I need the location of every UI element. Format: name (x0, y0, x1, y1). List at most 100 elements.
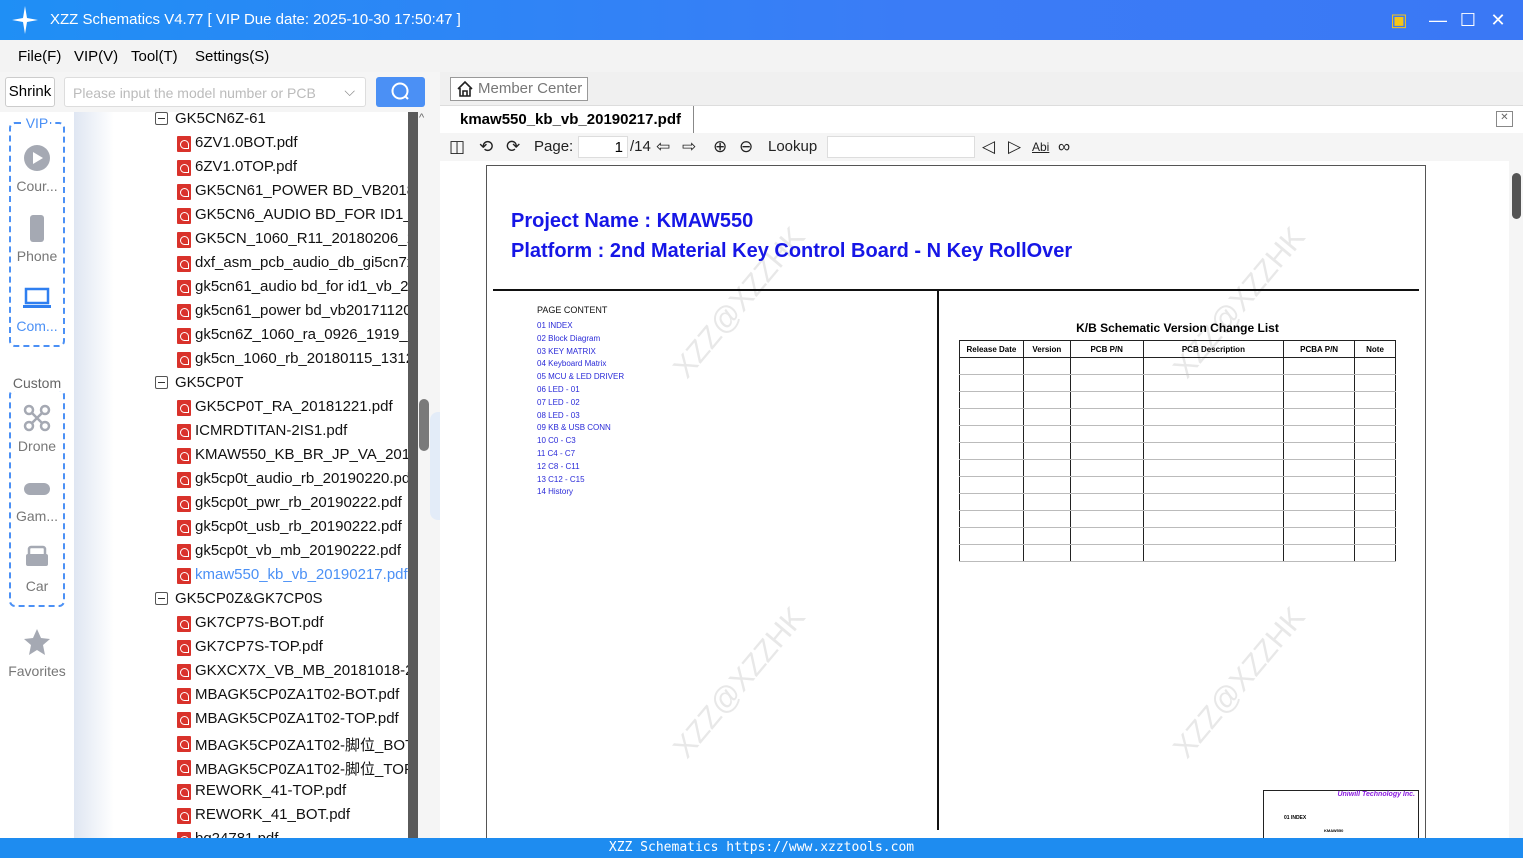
zoom-in-icon[interactable]: ⊕ (713, 137, 727, 157)
chevron-down-icon[interactable]: ⌵ (344, 83, 355, 100)
table-cell (1069, 476, 1144, 494)
pdf-file-icon (177, 688, 191, 704)
category-car[interactable]: Car (0, 578, 74, 594)
toc-entry[interactable]: 02 Block Diagram (537, 334, 600, 343)
category-rail: VIP Cour... Phone Com... Custom Drone Ga… (0, 112, 74, 838)
course-play-icon[interactable] (23, 144, 51, 172)
table-row (959, 476, 1396, 494)
column-header: PCB P/N (1069, 340, 1144, 358)
scroll-up-icon[interactable]: ^ (419, 112, 424, 124)
toc-entry[interactable]: 03 KEY MATRIX (537, 347, 596, 356)
toc-entry[interactable]: 10 C0 - C3 (537, 436, 576, 445)
find-prev-icon[interactable]: ◁ (982, 137, 995, 157)
page-scrollbar[interactable] (1509, 161, 1523, 838)
table-cell (1283, 476, 1356, 494)
binoculars-icon[interactable]: ∞ (1058, 137, 1070, 157)
gamepad-icon[interactable] (23, 474, 51, 502)
prev-page-icon[interactable]: ⇦ (656, 137, 670, 157)
close-tab-icon[interactable]: ✕ (1496, 111, 1513, 127)
table-cell (959, 527, 1024, 545)
toc-entry[interactable]: 06 LED - 01 (537, 385, 580, 394)
table-cell (1283, 408, 1356, 426)
tab-document[interactable]: kmaw550_kb_vb_20190217.pdf (448, 106, 694, 134)
divider (937, 290, 939, 830)
collapse-icon[interactable] (155, 592, 168, 605)
toc-entry[interactable]: 05 MCU & LED DRIVER (537, 372, 624, 381)
category-drone[interactable]: Drone (0, 438, 74, 454)
car-icon[interactable] (23, 544, 51, 572)
drone-icon[interactable] (23, 404, 51, 432)
pdf-file-icon (177, 208, 191, 224)
table-cell (1283, 527, 1356, 545)
collapse-panel-handle[interactable] (430, 412, 440, 520)
next-page-icon[interactable]: ⇨ (682, 137, 696, 157)
toc-entry[interactable]: 13 C12 - C15 (537, 475, 585, 484)
toc-entry[interactable]: 07 LED - 02 (537, 398, 580, 407)
table-cell (959, 544, 1024, 562)
category-computer[interactable]: Com... (0, 318, 74, 334)
model-search-input[interactable]: Please input the model number or PCB ⌵ (64, 77, 366, 107)
tree-item-label: GK5CN6_AUDIO BD_FOR ID1_RA (195, 206, 408, 223)
toc-entry[interactable]: 08 LED - 03 (537, 411, 580, 420)
table-cell (1142, 527, 1285, 545)
pdf-file-icon (177, 256, 191, 272)
pdf-file-icon (177, 328, 191, 344)
pdf-file-icon (177, 616, 191, 632)
pdf-file-icon (177, 184, 191, 200)
tree-item-label: bq24781.pdf (195, 830, 278, 838)
toc-entry[interactable]: 01 INDEX (537, 321, 573, 330)
zoom-out-icon[interactable]: ⊖ (739, 137, 753, 157)
toc-entry[interactable]: 14 History (537, 487, 573, 496)
rotate-right-icon[interactable]: ⟳ (506, 137, 520, 157)
column-header: PCB Description (1142, 340, 1285, 358)
menu-vip[interactable]: VIP(V) (74, 48, 118, 65)
tree-item-label: 6ZV1.0TOP.pdf (195, 158, 298, 175)
vip-bag-icon[interactable]: ▣ (1388, 9, 1410, 31)
table-cell (1022, 493, 1071, 511)
two-page-icon[interactable]: ◫ (449, 137, 465, 157)
match-case-icon[interactable]: Abi (1032, 137, 1049, 157)
toc-entry[interactable]: 12 C8 - C11 (537, 462, 580, 471)
close-button[interactable]: ✕ (1487, 9, 1509, 31)
minimize-button[interactable]: — (1427, 9, 1449, 31)
category-game[interactable]: Gam... (0, 508, 74, 524)
collapse-icon[interactable] (155, 112, 168, 125)
laptop-icon[interactable] (23, 284, 51, 312)
tree-scrollbar-thumb[interactable] (419, 399, 429, 451)
menu-settings[interactable]: Settings(S) (195, 48, 269, 65)
maximize-button[interactable]: ☐ (1457, 9, 1479, 31)
rotate-left-icon[interactable]: ⟲ (479, 137, 493, 157)
lookup-input[interactable] (827, 136, 975, 158)
table-cell (1354, 357, 1396, 375)
tree-scrollbar-track[interactable] (408, 112, 418, 838)
category-course[interactable]: Cour... (0, 178, 74, 194)
category-phone[interactable]: Phone (0, 248, 74, 264)
member-center-button[interactable]: Member Center (450, 77, 588, 101)
table-row (959, 510, 1396, 528)
star-icon[interactable] (23, 628, 51, 656)
column-header: Release Date (959, 340, 1024, 358)
menu-file[interactable]: File(F) (18, 48, 61, 65)
collapse-icon[interactable] (155, 376, 168, 389)
toc-entry[interactable]: 04 Keyboard Matrix (537, 359, 606, 368)
search-button[interactable] (376, 77, 425, 107)
left-panel: Shrink Please input the model number or … (0, 72, 440, 838)
toc-entry[interactable]: 11 C4 - C7 (537, 449, 575, 458)
favorites[interactable]: Favorites (0, 663, 74, 679)
find-next-icon[interactable]: ▷ (1008, 137, 1021, 157)
table-cell (1354, 425, 1396, 443)
vip-label: VIP (23, 115, 51, 131)
tree-item-label: MBAGK5CP0ZA1T02-脚位_TOP.p (195, 761, 408, 778)
toc-entry[interactable]: 09 KB & USB CONN (537, 423, 611, 432)
table-cell (1069, 442, 1144, 460)
table-cell (1283, 510, 1356, 528)
shrink-button[interactable]: Shrink (5, 77, 55, 107)
pdf-file-icon (177, 784, 191, 800)
table-cell (1354, 442, 1396, 460)
page-input[interactable]: 1 (578, 136, 628, 158)
pdf-file-icon (177, 304, 191, 320)
phone-icon[interactable] (23, 214, 51, 242)
page-scrollbar-thumb[interactable] (1512, 173, 1521, 219)
menu-tool[interactable]: Tool(T) (131, 48, 178, 65)
document-number: KMAW550 (1324, 828, 1344, 833)
